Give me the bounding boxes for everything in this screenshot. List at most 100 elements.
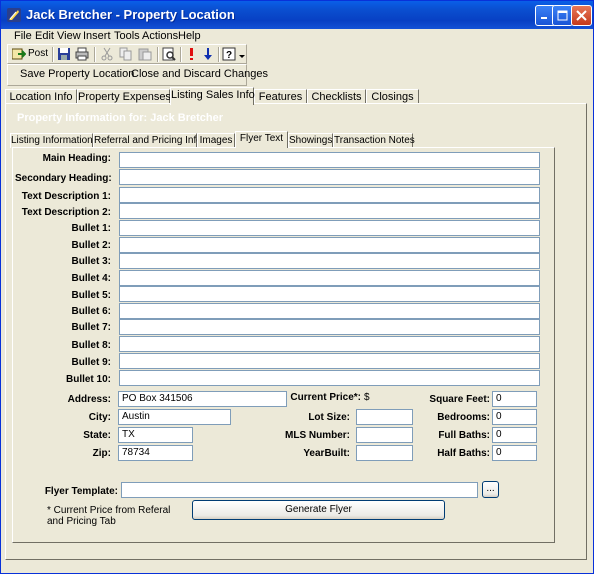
tab-flyer-text[interactable]: Flyer Text — [235, 131, 288, 148]
mls-number-label: MLS Number: — [285, 430, 350, 441]
command-bar: Save Property Location Close and Discard… — [7, 64, 268, 86]
menu-actions[interactable]: Actions — [142, 30, 178, 42]
copy-toolbar-button[interactable] — [118, 46, 134, 63]
half-baths-label: Half Baths: — [437, 448, 490, 459]
year-built-input[interactable] — [356, 445, 413, 461]
city-input[interactable]: Austin — [118, 409, 231, 425]
menu-tools[interactable]: Tools — [114, 30, 140, 42]
address-label: Address: — [67, 394, 111, 405]
exclamation-toolbar-button[interactable] — [185, 46, 199, 63]
state-input[interactable]: TX — [118, 427, 193, 443]
lot-size-input[interactable] — [356, 409, 413, 425]
chevron-down-icon — [239, 55, 245, 58]
zip-label: Zip: — [92, 448, 111, 459]
toolbar: Post ? — [7, 44, 247, 64]
menu-file[interactable]: File — [14, 30, 32, 42]
print-preview-toolbar-button[interactable] — [161, 46, 177, 63]
save-toolbar-button[interactable] — [56, 46, 72, 63]
square-feet-label: Square Feet: — [429, 394, 490, 405]
close-button[interactable] — [571, 5, 592, 26]
menu-help[interactable]: Help — [178, 30, 201, 42]
print-toolbar-button[interactable] — [74, 46, 90, 63]
main-heading-input[interactable] — [119, 152, 540, 168]
mls-number-input[interactable] — [356, 427, 413, 443]
bedrooms-label: Bedrooms: — [437, 412, 490, 423]
year-built-label: YearBuilt: — [303, 448, 350, 459]
help-toolbar-button[interactable]: ? — [222, 46, 246, 63]
svg-text:?: ? — [226, 50, 232, 61]
info-header-text: Property Information for: Jack Bretcher — [17, 112, 223, 124]
bullet-7-label: Bullet 7: — [71, 322, 111, 333]
text-description-1-label: Text Description 1: — [21, 191, 111, 202]
tab-listing-sales-info[interactable]: Listing Sales Info — [170, 87, 255, 105]
bullet-4-input[interactable] — [119, 270, 540, 286]
app-feather-icon — [6, 7, 22, 23]
address-input[interactable]: PO Box 341506 — [118, 391, 287, 407]
full-baths-label: Full Baths: — [438, 430, 490, 441]
bullet-1-label: Bullet 1: — [71, 223, 111, 234]
zip-input[interactable]: 78734 — [118, 445, 193, 461]
bullet-1-input[interactable] — [119, 220, 540, 236]
print-icon — [75, 47, 89, 61]
bullet-7-input[interactable] — [119, 319, 540, 335]
bullet-9-input[interactable] — [119, 353, 540, 369]
city-label: City: — [88, 412, 111, 423]
menu-view[interactable]: View — [57, 30, 81, 42]
maximize-button[interactable] — [552, 5, 573, 26]
toolbar-separator — [157, 47, 159, 62]
bedrooms-input[interactable]: 0 — [492, 409, 537, 425]
info-header-bar: Property Information for: Jack Bretcher — [7, 104, 582, 129]
bullet-10-input[interactable] — [119, 370, 540, 386]
bullet-9-label: Bullet 9: — [71, 357, 111, 368]
status-bar — [2, 559, 592, 573]
bullet-2-input[interactable] — [119, 237, 540, 253]
bullet-10-label: Bullet 10: — [65, 374, 111, 385]
bullet-5-input[interactable] — [119, 286, 540, 302]
down-arrow-icon — [204, 48, 212, 60]
menu-edit[interactable]: Edit — [35, 30, 54, 42]
window-title: Jack Bretcher - Property Location — [26, 7, 235, 22]
menu-insert[interactable]: Insert — [83, 30, 111, 42]
half-baths-input[interactable]: 0 — [492, 445, 537, 461]
down-arrow-toolbar-button[interactable] — [201, 46, 215, 63]
close-icon — [576, 10, 587, 21]
tab-showings[interactable]: Showings — [288, 133, 333, 148]
bullet-2-label: Bullet 2: — [71, 240, 111, 251]
tab-listing-information[interactable]: Listing Information — [10, 133, 93, 148]
post-button[interactable]: Post — [11, 46, 51, 63]
full-baths-input[interactable]: 0 — [492, 427, 537, 443]
lot-size-label: Lot Size: — [308, 412, 350, 423]
text-description-1-input[interactable] — [119, 187, 540, 203]
close-discard-button[interactable]: Close and Discard Changes — [131, 68, 268, 80]
cut-toolbar-button[interactable] — [99, 46, 115, 63]
save-property-location-button[interactable]: Save Property Location — [20, 68, 134, 80]
bullet-3-label: Bullet 3: — [71, 256, 111, 267]
secondary-heading-label: Secondary Heading: — [15, 173, 112, 184]
toolbar-separator — [52, 47, 54, 62]
bullet-4-label: Bullet 4: — [71, 273, 111, 284]
tab-transaction-notes[interactable]: Transaction Notes — [333, 133, 415, 148]
toolbar-separator — [94, 47, 96, 62]
generate-flyer-button[interactable]: Generate Flyer — [192, 500, 445, 520]
copy-icon — [119, 47, 132, 61]
browse-template-button[interactable]: ... — [482, 481, 499, 498]
tab-images[interactable]: Images — [197, 133, 235, 148]
post-label: Post — [28, 48, 49, 59]
secondary-heading-input[interactable] — [119, 169, 540, 185]
text-description-2-input[interactable] — [119, 203, 540, 219]
print-preview-icon — [162, 47, 176, 61]
tab-referral-pricing-info[interactable]: Referral and Pricing Info — [93, 133, 202, 148]
bullet-6-input[interactable] — [119, 303, 540, 319]
square-feet-input[interactable]: 0 — [492, 391, 537, 407]
bullet-8-input[interactable] — [119, 336, 540, 352]
property-location-window: Jack Bretcher - Property Location File E… — [0, 0, 594, 574]
flyer-template-input[interactable] — [121, 482, 478, 498]
toolbar-separator — [218, 47, 220, 62]
maximize-icon — [557, 10, 568, 21]
current-price-note: * Current Price from Referal and Pricing… — [47, 505, 171, 527]
cut-icon — [101, 47, 113, 61]
current-price-label: Current Price*: — [290, 392, 361, 403]
bullet-3-input[interactable] — [119, 253, 540, 269]
paste-toolbar-button[interactable] — [137, 46, 153, 63]
title-bar[interactable]: Jack Bretcher - Property Location — [1, 1, 593, 29]
